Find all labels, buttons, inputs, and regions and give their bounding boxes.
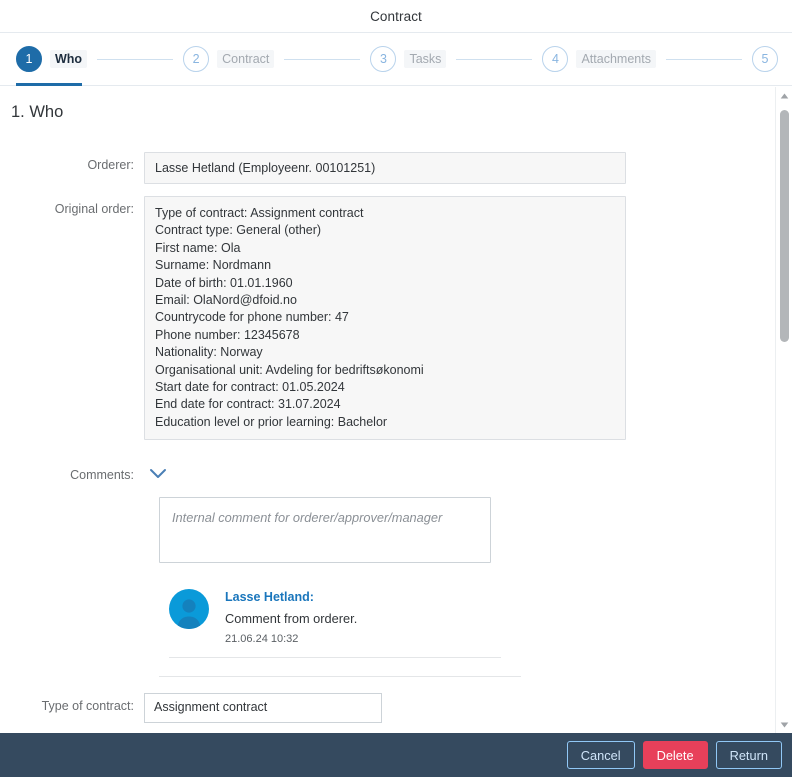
wizard-connector-3 [456,58,533,60]
original-order-line: Surname: Nordmann [155,258,272,273]
wizard-step-five-number: 5 [752,46,779,72]
orderer-row: Orderer: Lasse Hetland (Employeenr. 0010… [0,152,775,184]
type-of-contract-label: Type of contract: [41,699,134,714]
comment-input-placeholder: Internal comment for orderer/approver/ma… [172,510,443,526]
comment-divider [169,657,501,659]
original-order-line: End date for contract: 31.07.2024 [155,397,341,412]
type-of-contract-row: Type of contract: Assignment contract [0,693,775,724]
page-title: Contract [370,8,422,24]
scrollbar-track[interactable] [776,104,792,716]
vertical-scrollbar[interactable] [775,87,792,733]
original-order-label: Original order: [54,202,134,216]
wizard-step-who-number: 1 [16,46,42,72]
return-button[interactable]: Return [715,741,782,769]
form-content: 1. Who Orderer: Lasse Hetland (Employeen… [0,87,775,733]
wizard-connector-1 [97,58,174,60]
scrollbar-thumb[interactable] [780,110,789,342]
comments-section: Internal comment for orderer/approver/ma… [159,497,521,678]
wizard-step-attachments-label: Attachments [576,50,656,68]
original-order-line: Organisational unit: Avdeling for bedrif… [155,362,424,377]
wizard-step-contract[interactable]: 2 Contract [183,46,275,72]
comment-author[interactable]: Lasse Hetland: [225,590,357,604]
comment-input[interactable]: Internal comment for orderer/approver/ma… [159,497,491,564]
chevron-down-icon[interactable] [146,465,170,483]
cancel-button[interactable]: Cancel [566,741,635,769]
original-order-line: Type of contract: Assignment contract [155,206,364,220]
comment-list-item: Lasse Hetland: Comment from orderer. 21.… [159,563,491,645]
who-form: Orderer: Lasse Hetland (Employeenr. 0010… [0,122,775,724]
person-icon [177,599,201,630]
orderer-field: Lasse Hetland (Employeenr. 00101251) [144,152,626,184]
wizard-progress-bar: 1 Who 2 Contract 3 Tasks 4 Attachments 5 [0,32,792,86]
wizard-connector-4 [665,58,743,60]
wizard-step-tasks[interactable]: 3 Tasks [370,46,447,72]
wizard-step-tasks-number: 3 [370,46,397,72]
delete-button[interactable]: Delete [642,741,708,769]
original-order-line: First name: Ola [155,240,241,255]
comments-row: Comments: [0,462,775,483]
original-order-line: Education level or prior learning: Bache… [155,414,388,429]
section-title: 1. Who [11,103,64,121]
comments-label: Comments: [70,468,134,483]
wizard-connector-2 [284,58,361,60]
original-order-line: Date of birth: 01.01.1960 [155,275,293,290]
wizard-active-indicator [16,83,82,86]
comment-text-block: Lasse Hetland: Comment from orderer. 21.… [225,589,357,645]
original-order-line: Contract type: General (other) [155,223,322,238]
wizard-step-attachments[interactable]: 4 Attachments [542,46,656,72]
original-order-line: Email: OlaNord@dfoid.no [155,293,297,308]
original-order-line: Nationality: Norway [155,345,263,360]
avatar [169,589,209,630]
window-header: Contract [0,0,792,32]
section-divider [159,676,521,678]
type-of-contract-field[interactable]: Assignment contract [144,693,382,724]
wizard-step-who-label: Who [50,50,88,68]
original-order-field: Type of contract: Assignment contract Co… [144,196,626,441]
form-scroll-area: 1. Who Orderer: Lasse Hetland (Employeen… [0,87,792,733]
comment-body: Comment from orderer. [225,611,358,627]
original-order-line: Phone number: 12345678 [155,327,300,342]
scroll-up-icon[interactable] [776,87,792,104]
wizard-step-contract-label: Contract [217,50,275,68]
comment-timestamp: 21.06.24 10:32 [225,633,299,646]
wizard-step-five[interactable]: 5 [752,46,779,72]
wizard-step-attachments-number: 4 [542,46,569,72]
wizard-step-contract-number: 2 [183,46,210,72]
scroll-down-icon[interactable] [776,716,792,733]
footer-toolbar: Cancel Delete Return [0,733,792,777]
wizard-step-tasks-label: Tasks [404,50,447,68]
original-order-line: Countrycode for phone number: 47 [155,310,349,325]
wizard-step-who[interactable]: 1 Who [16,46,88,72]
original-order-line: Start date for contract: 01.05.2024 [155,380,345,395]
orderer-label: Orderer: [87,158,134,172]
contract-wizard-window: Contract 1 Who 2 Contract 3 Tasks 4 Atta… [0,0,792,777]
original-order-row: Original order: Type of contract: Assign… [0,196,775,441]
